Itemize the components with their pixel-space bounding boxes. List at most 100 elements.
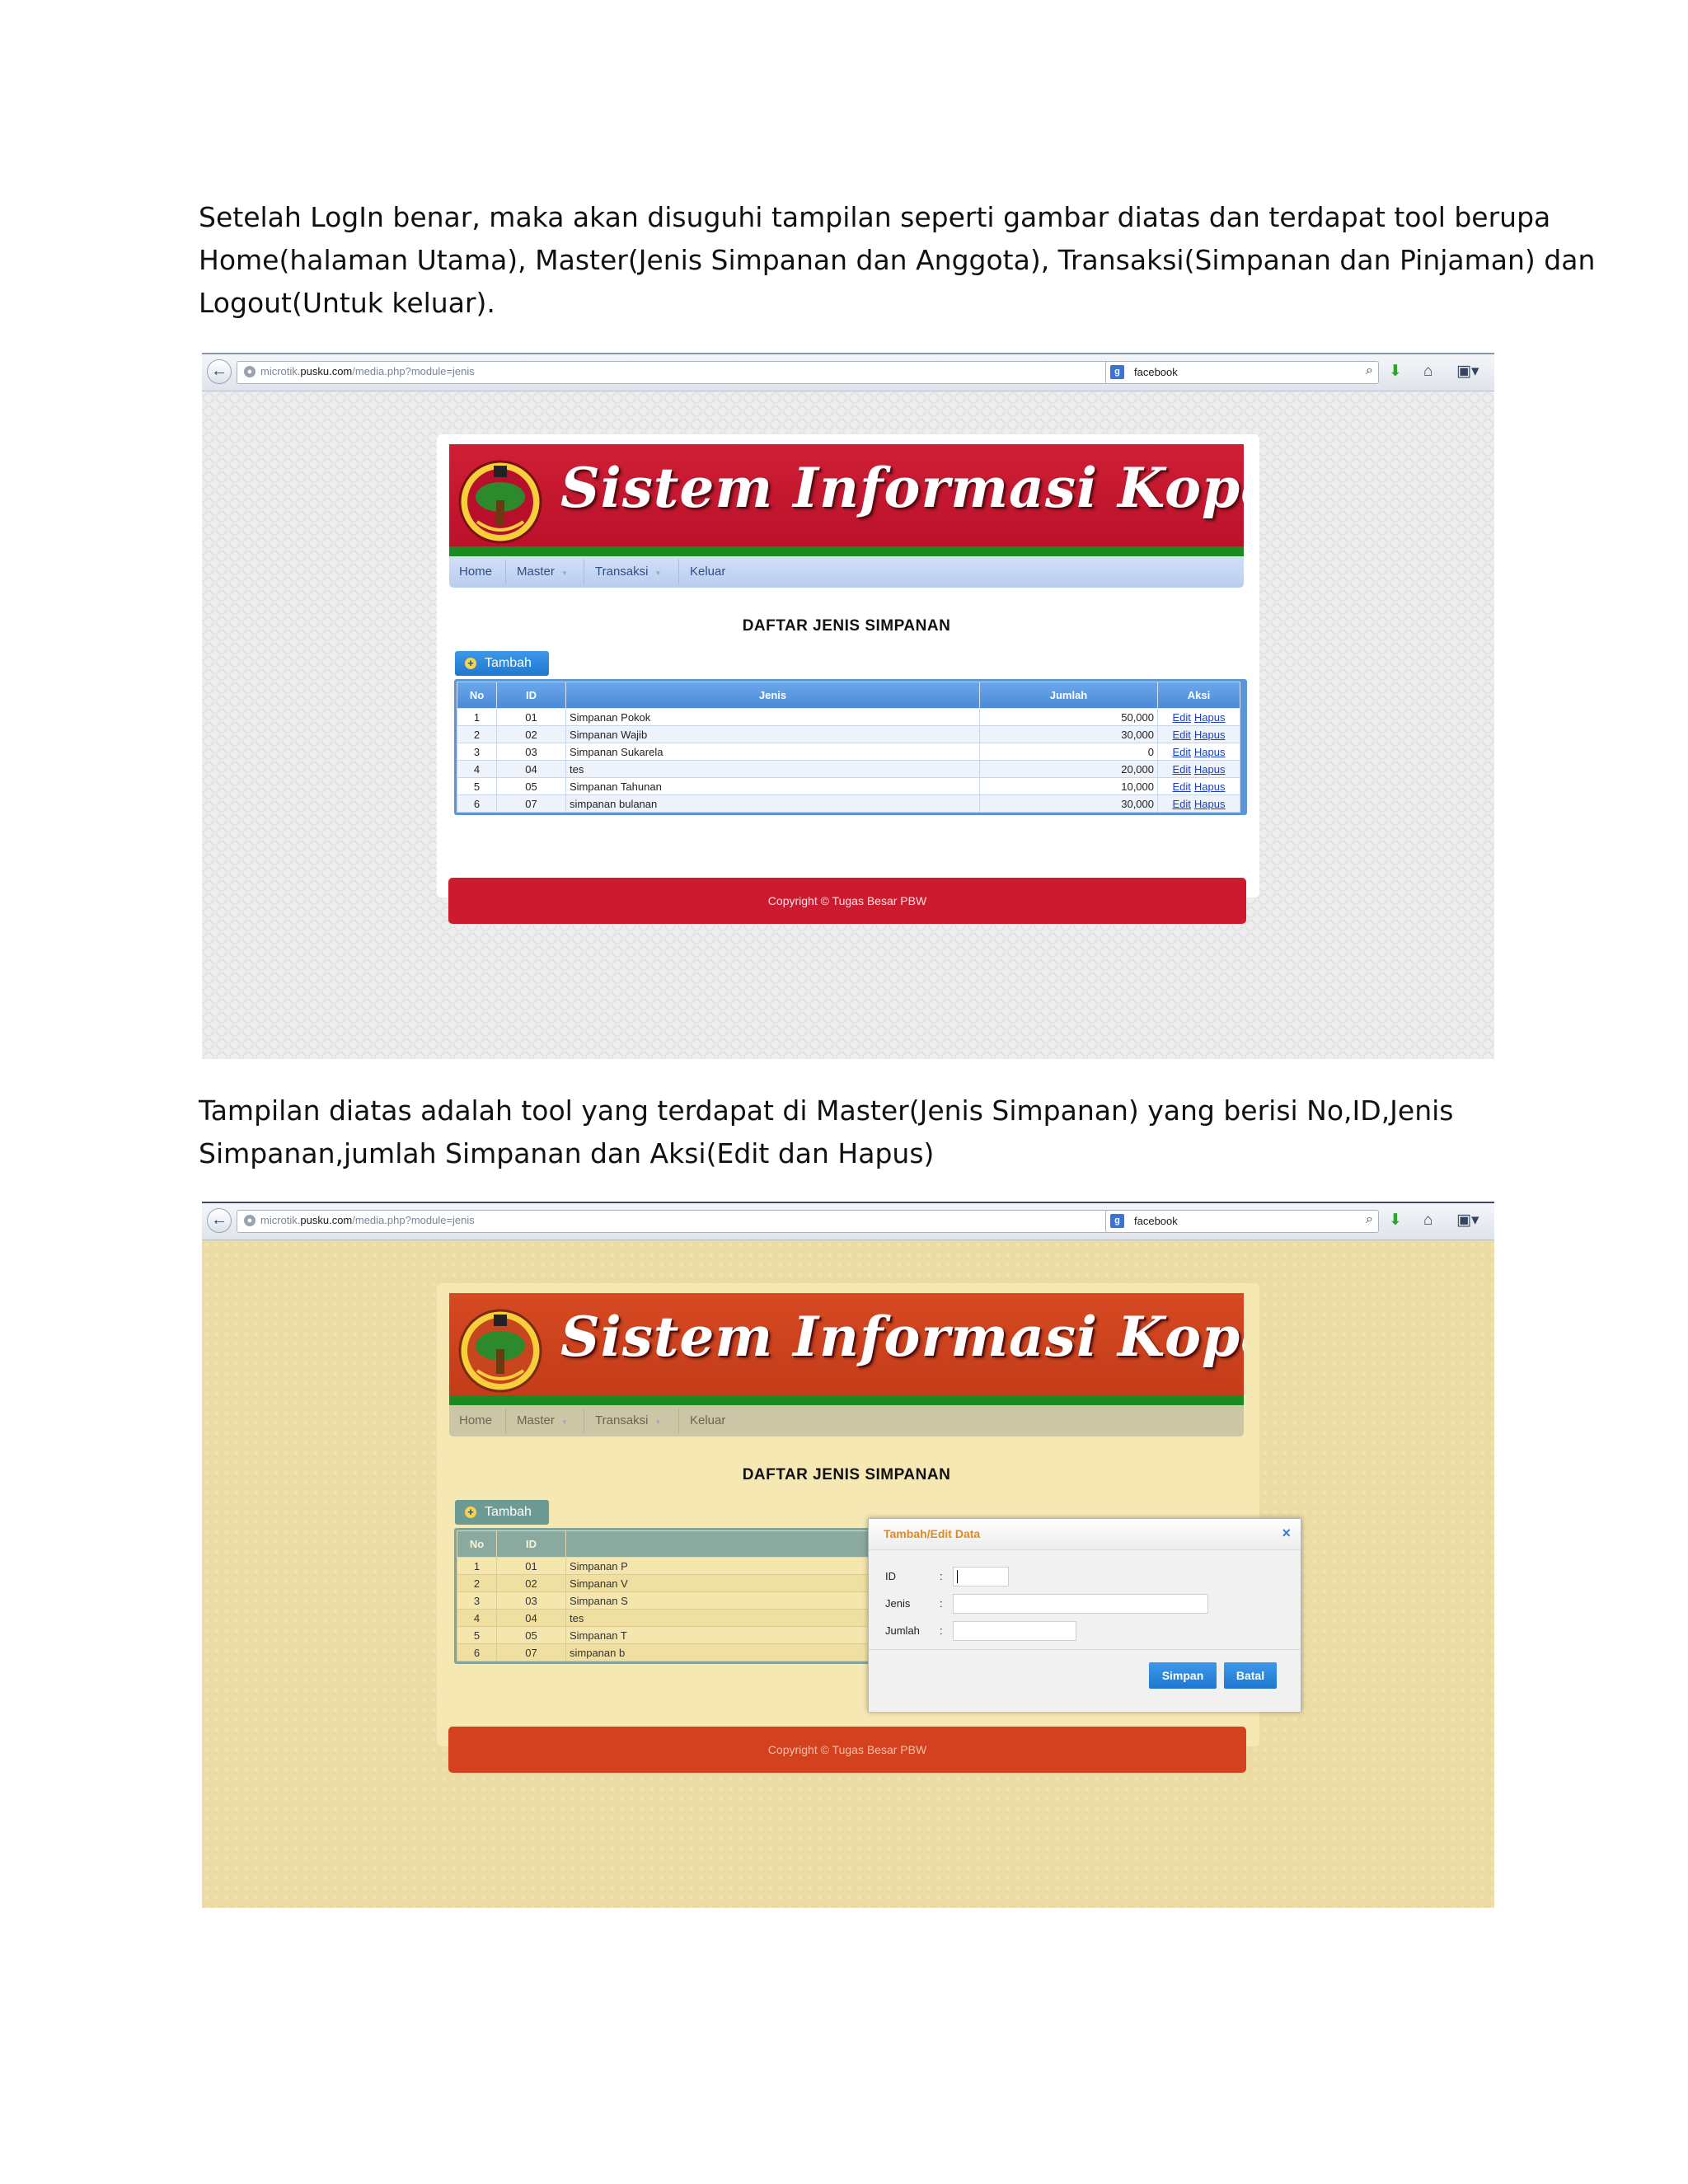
- nav-keluar[interactable]: Keluar: [680, 1405, 735, 1436]
- cell-no: 1: [457, 1557, 497, 1575]
- nav-home[interactable]: Home: [449, 556, 502, 588]
- col-header-no[interactable]: No: [457, 682, 497, 709]
- edit-link[interactable]: Edit: [1173, 780, 1191, 793]
- cell-no: 1: [457, 708, 497, 726]
- plus-icon: +: [465, 1507, 476, 1518]
- edit-dialog: Tambah/Edit Data × ID : Jenis : Jumlah :…: [868, 1518, 1301, 1712]
- delete-link[interactable]: Hapus: [1194, 763, 1226, 776]
- id-label: ID: [885, 1570, 896, 1582]
- cell-no: 2: [457, 725, 497, 743]
- cell-jenis: Simpanan Wajib: [565, 725, 980, 743]
- col-header-jumlah[interactable]: Jumlah: [979, 682, 1158, 709]
- search-box-text: facebook: [1134, 366, 1178, 378]
- cell-jumlah: 30,000: [979, 725, 1158, 743]
- colon: :: [940, 1597, 943, 1610]
- nav-master[interactable]: Master ▼: [507, 1405, 578, 1436]
- cell-aksi: EditHapus: [1157, 794, 1240, 813]
- cell-jumlah: 20,000: [979, 760, 1158, 778]
- cell-no: 6: [457, 794, 497, 813]
- col-header-id[interactable]: ID: [496, 1530, 566, 1558]
- delete-link[interactable]: Hapus: [1194, 746, 1226, 758]
- save-button[interactable]: Simpan: [1149, 1662, 1217, 1689]
- paragraph-line: Home(halaman Utama), Master(Jenis Simpan…: [199, 244, 1596, 276]
- banner-stripe: [449, 546, 1244, 556]
- data-table: No ID Jenis Jumlah Aksi 1 01 Simpanan Poko…: [457, 682, 1240, 813]
- home-icon[interactable]: ⌂: [1423, 1211, 1432, 1230]
- search-engine-icon[interactable]: g: [1110, 1214, 1124, 1228]
- id-field[interactable]: [953, 1567, 1009, 1586]
- nav-divider: [678, 1408, 679, 1433]
- cell-jenis: Simpanan Pokok: [565, 708, 980, 726]
- search-engine-icon[interactable]: g: [1110, 365, 1124, 379]
- col-header-aksi: Aksi: [1157, 682, 1240, 709]
- delete-link[interactable]: Hapus: [1194, 729, 1226, 741]
- edit-link[interactable]: Edit: [1173, 798, 1191, 810]
- add-button[interactable]: + Tambah: [455, 1500, 549, 1525]
- nav-transaksi[interactable]: Transaksi ▼: [585, 556, 671, 588]
- back-arrow-icon[interactable]: ←: [207, 359, 232, 384]
- menu-icon[interactable]: ▣▾: [1456, 362, 1479, 382]
- colon: :: [940, 1570, 943, 1582]
- plus-icon: +: [465, 658, 476, 669]
- paragraph-line: Setelah LogIn benar, maka akan disuguhi …: [199, 201, 1551, 233]
- cancel-button[interactable]: Batal: [1224, 1662, 1277, 1689]
- cell-no: 6: [457, 1643, 497, 1661]
- nav-master[interactable]: Master ▼: [507, 556, 578, 588]
- cell-id: 04: [496, 1609, 566, 1627]
- edit-link[interactable]: Edit: [1173, 746, 1191, 758]
- description-paragraph: Tampilan diatas adalah tool yang terdapa…: [199, 1090, 1501, 1175]
- app-banner: Sistem Informasi Koperasi: [449, 1293, 1244, 1405]
- delete-link[interactable]: Hapus: [1194, 711, 1226, 724]
- edit-link[interactable]: Edit: [1173, 711, 1191, 724]
- app-footer: Copyright © Tugas Besar PBW: [448, 1727, 1246, 1773]
- chevron-down-icon: ▼: [654, 569, 662, 577]
- delete-link[interactable]: Hapus: [1194, 798, 1226, 810]
- nav-home[interactable]: Home: [449, 1405, 502, 1436]
- edit-link[interactable]: Edit: [1173, 763, 1191, 776]
- cell-jenis: simpanan bulanan: [565, 794, 980, 813]
- cell-id: 07: [496, 1643, 566, 1661]
- cell-jenis: Simpanan Tahunan: [565, 777, 980, 795]
- list-title: DAFTAR JENIS SIMPANAN: [742, 1466, 951, 1483]
- col-header-id[interactable]: ID: [496, 682, 566, 709]
- home-icon[interactable]: ⌂: [1423, 362, 1432, 382]
- paragraph-line: Simpanan,jumlah Simpanan dan Aksi(Edit d…: [199, 1137, 935, 1169]
- col-header-jenis[interactable]: Jenis: [565, 682, 980, 709]
- search-box[interactable]: g facebook ⌕: [1105, 1210, 1379, 1233]
- address-bar-url: microtik.pusku.com/media.php?module=jeni…: [260, 1214, 475, 1226]
- app-container: Sistem Informasi Koperasi Home Master▼ T…: [437, 434, 1259, 924]
- delete-link[interactable]: Hapus: [1194, 780, 1226, 793]
- close-icon[interactable]: ×: [1282, 1525, 1291, 1542]
- nav-divider: [505, 560, 506, 584]
- search-box[interactable]: g facebook ⌕: [1105, 361, 1379, 384]
- search-icon[interactable]: ⌕: [1366, 1212, 1373, 1227]
- cell-jenis: Simpanan Sukarela: [565, 743, 980, 761]
- search-icon[interactable]: ⌕: [1366, 363, 1373, 378]
- banner-stripe: [449, 1395, 1244, 1405]
- paragraph-line: Tampilan diatas adalah tool yang terdapa…: [199, 1094, 1454, 1127]
- add-button[interactable]: + Tambah: [455, 651, 549, 676]
- cell-aksi: EditHapus: [1157, 708, 1240, 726]
- jumlah-field[interactable]: [953, 1621, 1076, 1641]
- nav-transaksi[interactable]: Transaksi ▼: [585, 1405, 671, 1436]
- browser-toolbar: ← ● microtik.pusku.com/media.php?module=…: [202, 354, 1494, 391]
- download-icon[interactable]: ⬇: [1389, 362, 1402, 382]
- chevron-down-icon: ▼: [654, 1418, 662, 1426]
- back-arrow-icon[interactable]: ←: [207, 1208, 232, 1233]
- download-icon[interactable]: ⬇: [1389, 1211, 1402, 1230]
- page-background: Sistem Informasi Koperasi Home Master▼ T…: [202, 391, 1494, 1059]
- cell-id: 07: [496, 794, 566, 813]
- address-bar-url: microtik.pusku.com/media.php?module=jeni…: [260, 365, 475, 377]
- jumlah-label: Jumlah: [885, 1624, 920, 1637]
- cell-id: 03: [496, 743, 566, 761]
- emblem-icon: [458, 1309, 542, 1393]
- nav-keluar[interactable]: Keluar: [680, 556, 735, 588]
- table-row: 3 03 Simpanan Sukarela 0 Edit Hapus: [457, 743, 1240, 761]
- intro-paragraph: Setelah LogIn benar, maka akan disuguhi …: [199, 196, 1596, 325]
- menu-icon[interactable]: ▣▾: [1456, 1211, 1479, 1230]
- dialog-header: Tambah/Edit Data ×: [869, 1519, 1301, 1550]
- cell-no: 3: [457, 743, 497, 761]
- col-header-no[interactable]: No: [457, 1530, 497, 1558]
- edit-link[interactable]: Edit: [1173, 729, 1191, 741]
- jenis-field[interactable]: [953, 1594, 1208, 1614]
